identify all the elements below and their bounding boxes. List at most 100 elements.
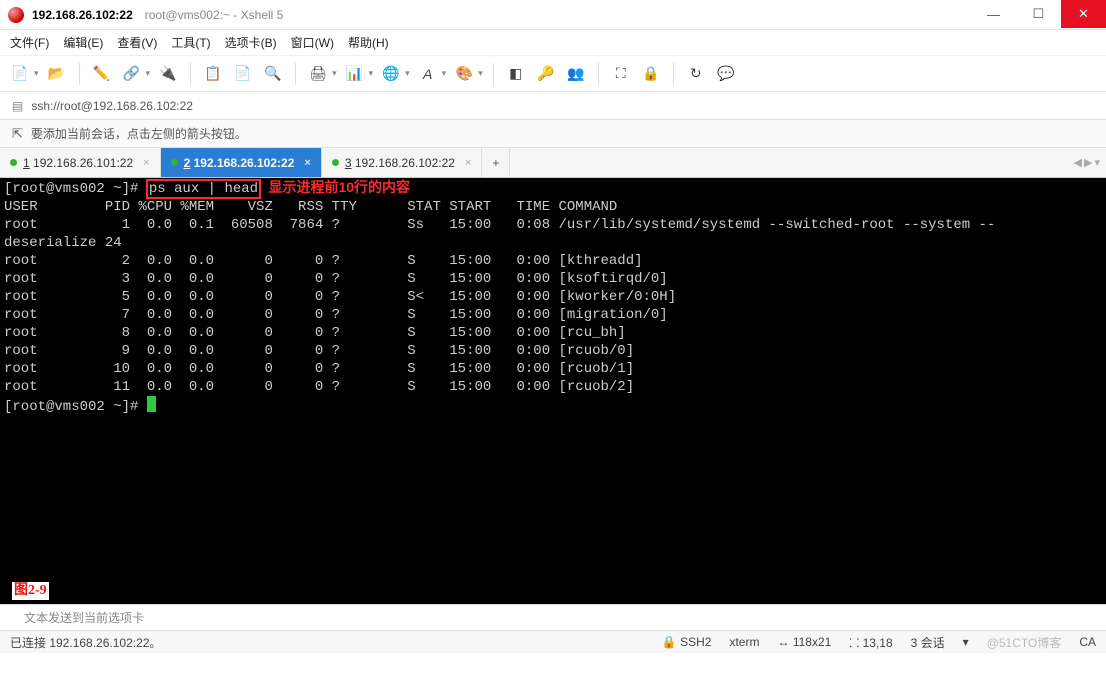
status-connected: 已连接 192.168.26.102:22。: [10, 634, 161, 651]
tab-3[interactable]: 3 192.168.26.102:22 ×: [322, 148, 483, 177]
address-url[interactable]: ssh://root@192.168.26.102:22: [31, 99, 193, 113]
terminal-row: deserialize 24: [4, 235, 122, 251]
status-pos: ⸬ 13,18: [849, 634, 892, 651]
window-buttons: [971, 0, 1106, 29]
toolbar-sep: [190, 63, 191, 85]
toolbar-sep: [598, 63, 599, 85]
tab-2[interactable]: 2 192.168.26.102:22 ×: [161, 148, 322, 177]
terminal-row: root 5 0.0 0.0 0 0 ? S< 15:00 0:00 [kwor…: [4, 289, 676, 305]
search-icon[interactable]: 🔍: [261, 62, 285, 86]
tab-label: 192.168.26.102:22: [194, 156, 295, 170]
tab-1[interactable]: 1 192.168.26.101:22 ×: [0, 148, 161, 177]
tab-label: 192.168.26.102:22: [355, 156, 455, 170]
terminal-annotation: 显示进程前10行的内容: [268, 179, 410, 195]
terminal[interactable]: [root@vms002 ~]# ps aux | head 显示进程前10行的…: [0, 178, 1106, 604]
menubar: 文件(F) 编辑(E) 查看(V) 工具(T) 选项卡(B) 窗口(W) 帮助(…: [0, 30, 1106, 56]
figure-label: 图2-9: [12, 582, 49, 600]
command-input-placeholder[interactable]: 文本发送到当前选项卡: [24, 609, 144, 626]
edit-icon[interactable]: ✏️: [90, 62, 114, 86]
new-session-icon[interactable]: 📄: [8, 62, 32, 86]
tab-label: 192.168.26.101:22: [33, 156, 133, 170]
tab-scroll: ◀ ▶ ▾: [1068, 148, 1106, 177]
terminal-header-line: USER PID %CPU %MEM VSZ RSS TTY STAT STAR…: [4, 199, 617, 215]
terminal-row: root 11 0.0 0.0 0 0 ? S 15:00 0:00 [rcuo…: [4, 379, 634, 395]
watermark: @51CTO博客: [987, 634, 1062, 651]
tab-status-dot: [10, 159, 17, 166]
tab-num: 1: [23, 156, 30, 170]
toolbar-sep: [673, 63, 674, 85]
tab-close-icon[interactable]: ×: [465, 157, 471, 169]
refresh-icon[interactable]: ↻: [684, 62, 708, 86]
menu-view[interactable]: 查看(V): [117, 34, 157, 51]
tab-num: 2: [184, 156, 191, 170]
tab-scroll-left-icon[interactable]: ◀: [1074, 156, 1082, 169]
open-icon[interactable]: 📂: [45, 62, 69, 86]
close-button[interactable]: [1061, 0, 1106, 28]
status-protocol: 🔒 SSH2: [662, 635, 712, 649]
maximize-button[interactable]: [1016, 0, 1061, 28]
fullscreen-icon[interactable]: ⛶: [609, 62, 633, 86]
tab-close-icon[interactable]: ×: [304, 157, 310, 169]
lock-icon[interactable]: 🔒: [639, 62, 663, 86]
chat-icon[interactable]: 💬: [714, 62, 738, 86]
addressbar: ▤ ssh://root@192.168.26.102:22: [0, 92, 1106, 120]
menu-file[interactable]: 文件(F): [10, 34, 49, 51]
menu-tools[interactable]: 工具(T): [171, 34, 210, 51]
color-scheme-icon[interactable]: 🎨: [452, 62, 476, 86]
status-termtype: xterm: [729, 635, 759, 649]
menu-tabs[interactable]: 选项卡(B): [225, 34, 277, 51]
statusbar: 已连接 192.168.26.102:22。 🔒 SSH2 xterm ↔ 11…: [0, 630, 1106, 653]
minimize-button[interactable]: [971, 0, 1016, 28]
tab-status-dot: [171, 159, 178, 166]
tab-close-icon[interactable]: ×: [143, 157, 149, 169]
copy-icon[interactable]: 📋: [201, 62, 225, 86]
cmd-in-caret: [10, 609, 16, 627]
app-icon: [8, 7, 24, 23]
window-title-suffix: root@vms002:~ - Xshell 5: [145, 8, 284, 22]
window-title-bold: 192.168.26.102:22: [32, 8, 133, 22]
tab-num: 3: [345, 156, 352, 170]
command-input-bar: 文本发送到当前选项卡: [0, 604, 1106, 630]
session-icon: ▤: [12, 99, 23, 113]
terminal-prompt: [root@vms002 ~]#: [4, 399, 147, 415]
terminal-row: root 2 0.0 0.0 0 0 ? S 15:00 0:00 [kthre…: [4, 253, 643, 269]
hint-text: 要添加当前会话，点击左侧的箭头按钮。: [31, 125, 247, 142]
toolbar-sep: [493, 63, 494, 85]
terminal-row: root 8 0.0 0.0 0 0 ? S 15:00 0:00 [rcu_b…: [4, 325, 626, 341]
tab-scroll-right-icon[interactable]: ▶: [1084, 156, 1092, 169]
lock-small-icon: 🔒: [662, 635, 677, 649]
connect-icon[interactable]: 🔗: [120, 62, 144, 86]
toolbar-sep: [295, 63, 296, 85]
terminal-row: root 1 0.0 0.1 60508 7864 ? Ss 15:00 0:0…: [4, 217, 995, 233]
toolbar-sep: [79, 63, 80, 85]
properties-icon[interactable]: 📊: [343, 62, 367, 86]
tab-list-dropdown-icon[interactable]: ▾: [1094, 156, 1100, 169]
color-icon[interactable]: ◧: [504, 62, 528, 86]
paste-icon[interactable]: 📄: [231, 62, 255, 86]
menu-help[interactable]: 帮助(H): [348, 34, 389, 51]
status-sessions: 3 会话: [911, 634, 945, 651]
print-icon[interactable]: 🖨: [306, 62, 330, 86]
terminal-row: root 9 0.0 0.0 0 0 ? S 15:00 0:00 [rcuob…: [4, 343, 634, 359]
terminal-cursor: [147, 396, 156, 412]
terminal-row: root 7 0.0 0.0 0 0 ? S 15:00 0:00 [migra…: [4, 307, 668, 323]
users-icon[interactable]: 👥: [564, 62, 588, 86]
terminal-prompt: [root@vms002 ~]#: [4, 181, 147, 197]
key-icon[interactable]: 🔑: [534, 62, 558, 86]
menu-edit[interactable]: 编辑(E): [63, 34, 103, 51]
disconnect-icon[interactable]: 🔌: [156, 62, 180, 86]
status-caps: CA: [1079, 635, 1096, 649]
hint-arrow-icon[interactable]: ⇱: [12, 126, 23, 142]
tabs-row: 1 192.168.26.101:22 × 2 192.168.26.102:2…: [0, 148, 1106, 178]
font-icon[interactable]: A: [416, 62, 440, 86]
menu-window[interactable]: 窗口(W): [291, 34, 334, 51]
status-size: ↔ 118x21: [777, 635, 831, 649]
new-tab-button[interactable]: +: [482, 148, 510, 177]
tab-status-dot: [332, 159, 339, 166]
hint-bar: ⇱ 要添加当前会话，点击左侧的箭头按钮。: [0, 120, 1106, 148]
window-titlebar: 192.168.26.102:22 root@vms002:~ - Xshell…: [0, 0, 1106, 30]
web-icon[interactable]: 🌐: [379, 62, 403, 86]
toolbar: 📄▾ 📂 ✏️ 🔗▾ 🔌 📋 📄 🔍 🖨▾ 📊▾ 🌐▾ A▾ 🎨▾ ◧ 🔑 👥 …: [0, 56, 1106, 92]
status-menu-icon[interactable]: ▾: [963, 635, 969, 649]
terminal-row: root 10 0.0 0.0 0 0 ? S 15:00 0:00 [rcuo…: [4, 361, 634, 377]
